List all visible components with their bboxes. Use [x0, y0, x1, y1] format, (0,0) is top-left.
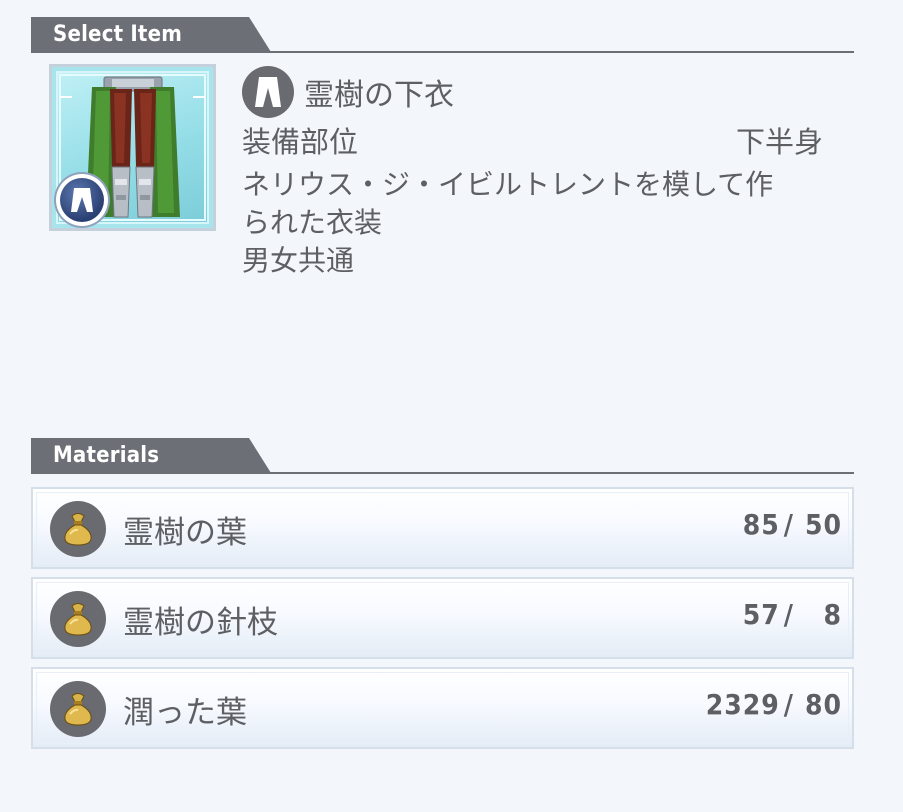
equip-slot-value: 下半身 [735, 125, 823, 159]
select-item-title: Select Item [31, 17, 271, 52]
item-thumbnail[interactable] [49, 64, 216, 231]
count-separator: / [783, 598, 794, 631]
select-item-header: Select Item [31, 17, 854, 53]
material-need: 80 [804, 688, 842, 721]
pants-icon [242, 66, 294, 118]
equip-slot-label: 装備部位 [242, 125, 359, 159]
header-divider [31, 472, 854, 474]
material-have: 85 [742, 508, 780, 541]
material-need: 50 [804, 508, 842, 541]
count-separator: / [783, 688, 794, 721]
count-separator: / [783, 508, 794, 541]
material-count: 57 / 8 [743, 598, 842, 631]
material-row[interactable]: 潤った葉 2329 / 80 [31, 667, 854, 749]
material-need: 8 [823, 598, 842, 631]
material-count: 2329 / 80 [706, 688, 842, 721]
item-name-row: 霊樹の下衣 [242, 66, 454, 118]
material-name: 霊樹の針枝 [123, 605, 278, 641]
item-name: 霊樹の下衣 [304, 78, 454, 113]
money-bag-icon [50, 591, 106, 647]
header-divider [31, 51, 854, 53]
materials-header: Materials [31, 438, 854, 474]
materials-list: 霊樹の葉 85 / 50 霊樹の針枝 57 / 8 潤った葉 2329 / 80 [31, 487, 854, 757]
category-badge [56, 174, 108, 226]
item-description: ネリウス・ジ・イビルトレントを模して作 られた衣装 男女共通 [242, 168, 774, 277]
materials-title: Materials [31, 438, 271, 473]
money-bag-icon [50, 501, 106, 557]
material-row[interactable]: 霊樹の葉 85 / 50 [31, 487, 854, 569]
material-name: 潤った葉 [123, 695, 247, 731]
material-have: 2329 [705, 688, 780, 721]
pants-icon [60, 178, 104, 222]
material-row[interactable]: 霊樹の針枝 57 / 8 [31, 577, 854, 659]
material-name: 霊樹の葉 [123, 515, 247, 551]
material-have: 57 [742, 598, 780, 631]
material-count: 85 / 50 [743, 508, 842, 541]
money-bag-icon [50, 681, 106, 737]
